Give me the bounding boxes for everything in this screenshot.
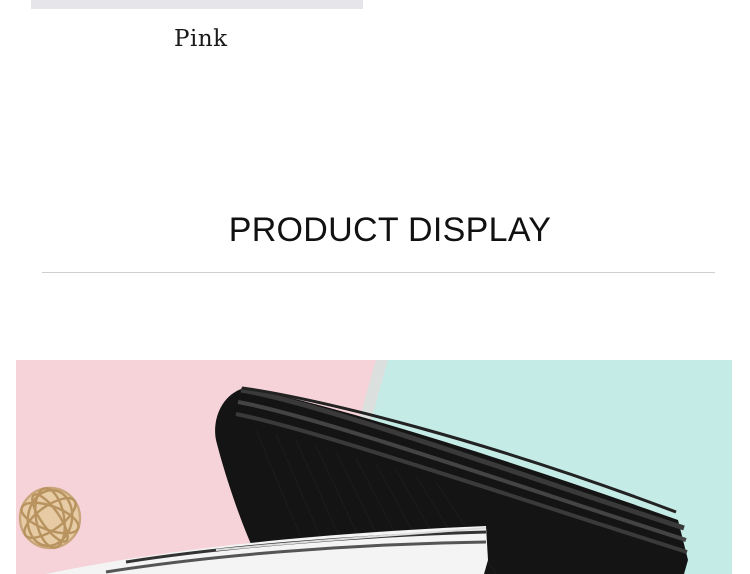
section-title: PRODUCT DISPLAY [228, 211, 552, 249]
product-photo [16, 360, 732, 574]
previous-variant-image [31, 0, 363, 9]
section-divider [42, 272, 715, 273]
variant-color-caption: Pink [174, 26, 228, 52]
